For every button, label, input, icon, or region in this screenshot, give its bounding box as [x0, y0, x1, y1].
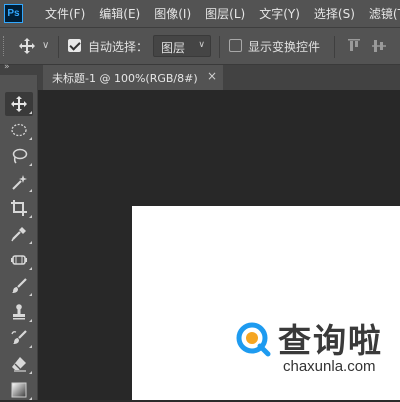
crop-tool-icon [11, 200, 27, 216]
eyedropper-tool-icon [11, 227, 26, 242]
menu-file[interactable]: 文件(F) [45, 5, 85, 22]
healing-brush-tool-icon [11, 255, 27, 265]
brush-tool[interactable] [5, 274, 33, 298]
auto-select-label: 自动选择： [88, 40, 149, 54]
healing-brush-tool[interactable] [5, 248, 33, 272]
history-brush-tool-icon [11, 330, 27, 344]
lasso-tool[interactable] [5, 144, 33, 168]
layer-group-select-value: 图层 [161, 41, 186, 55]
align-top-icon[interactable] [346, 38, 362, 54]
history-brush-tool[interactable] [5, 326, 33, 350]
eraser-tool[interactable] [5, 352, 33, 376]
clone-stamp-tool[interactable] [5, 300, 33, 324]
close-icon[interactable]: × [207, 69, 217, 83]
options-bar: ∨ 自动选择： 图层 ∨ 显示变换控件 [0, 27, 400, 65]
eraser-tool-icon [12, 357, 26, 372]
brush-tool-icon [12, 278, 27, 293]
menu-bar: Ps 文件(F) 编辑(E) 图像(I) 图层(L) 文字(Y) 选择(S) 滤… [0, 0, 400, 27]
separator [219, 36, 220, 58]
move-tool-preset-icon[interactable] [18, 37, 36, 55]
tools-panel: » [0, 62, 38, 402]
eyedropper-tool[interactable] [5, 222, 33, 246]
crop-tool[interactable] [5, 196, 33, 220]
show-transform-checkbox[interactable] [229, 39, 242, 52]
menu-type[interactable]: 文字(Y) [259, 5, 300, 22]
menu-layer[interactable]: 图层(L) [205, 5, 245, 22]
move-tool[interactable] [5, 92, 33, 116]
collapse-panel-icon[interactable]: » [4, 62, 9, 72]
menu-select[interactable]: 选择(S) [314, 5, 355, 22]
chevron-down-icon: ∨ [198, 40, 205, 50]
menu-image[interactable]: 图像(I) [154, 5, 191, 22]
auto-select-checkbox[interactable] [68, 39, 81, 52]
photoshop-logo-icon: Ps [4, 4, 23, 23]
magic-wand-tool-icon [12, 175, 27, 190]
menu-filter[interactable]: 滤镜(T) [369, 5, 400, 22]
document-tab-title: 未标题-1 @ 100%(RGB/8#) [52, 72, 198, 85]
watermark-logo-icon [236, 322, 271, 357]
document-tab-bar: 未标题-1 @ 100%(RGB/8#) × [38, 65, 400, 90]
document-tab[interactable]: 未标题-1 @ 100%(RGB/8#) × [43, 65, 223, 90]
clone-stamp-tool-icon [13, 304, 25, 320]
chevron-down-icon[interactable]: ∨ [42, 40, 49, 51]
watermark-brand: 查询啦 [278, 321, 383, 360]
magic-wand-tool[interactable] [5, 170, 33, 194]
watermark-url: chaxunla.com [283, 358, 376, 375]
menu-items: 文件(F) 编辑(E) 图像(I) 图层(L) 文字(Y) 选择(S) 滤镜(T… [45, 0, 400, 27]
menu-edit[interactable]: 编辑(E) [99, 5, 140, 22]
marquee-tool-icon [11, 123, 27, 137]
move-tool-icon [11, 96, 27, 112]
layer-group-select[interactable]: 图层 ∨ [153, 35, 211, 57]
align-vertical-center-icon[interactable] [371, 38, 387, 54]
show-transform-label: 显示变换控件 [248, 40, 321, 54]
options-bar-grip[interactable] [3, 36, 7, 56]
gradient-tool-icon [11, 382, 27, 398]
marquee-tool[interactable] [5, 118, 33, 142]
separator [334, 36, 335, 58]
separator [58, 36, 59, 58]
lasso-tool-icon [12, 148, 28, 164]
tools-panel-header[interactable]: » [0, 62, 38, 75]
gradient-tool[interactable] [5, 378, 33, 402]
